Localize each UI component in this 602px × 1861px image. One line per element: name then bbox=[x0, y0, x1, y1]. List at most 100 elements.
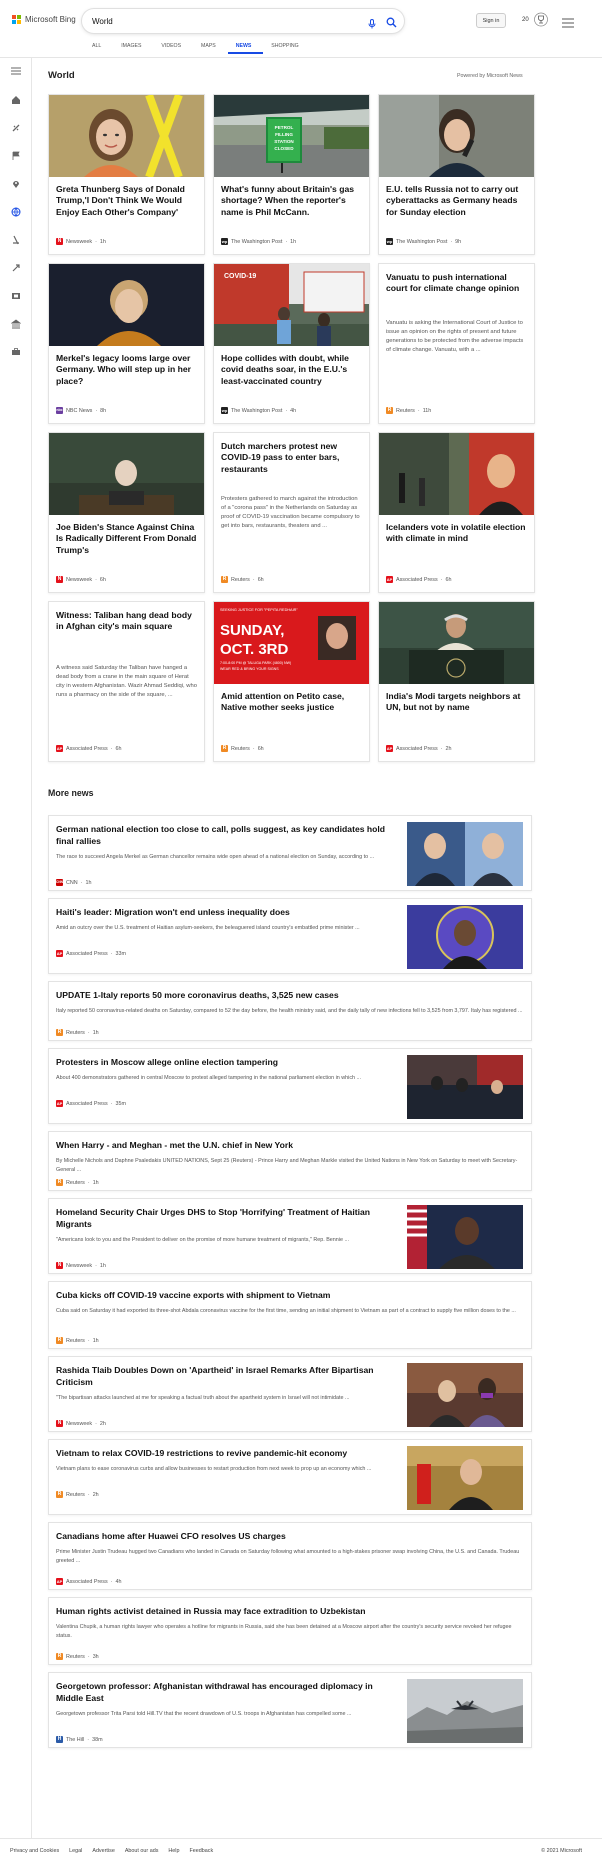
tab-shopping[interactable]: SHOPPING bbox=[263, 42, 310, 54]
tab-all[interactable]: ALL bbox=[84, 42, 113, 54]
news-list-item[interactable]: UPDATE 1-Italy reports 50 more coronavir… bbox=[48, 981, 532, 1041]
newsweek-logo-icon: N bbox=[56, 238, 63, 245]
news-headline[interactable]: UPDATE 1-Italy reports 50 more coronavir… bbox=[56, 989, 526, 1001]
expand-rail-icon[interactable] bbox=[10, 65, 22, 77]
news-list-item[interactable]: German national election too close to ca… bbox=[48, 815, 532, 891]
news-headline[interactable]: Vietnam to relax COVID-19 restrictions t… bbox=[56, 1447, 396, 1459]
news-headline[interactable]: Dutch marchers protest new COVID-19 pass… bbox=[221, 441, 363, 475]
news-card[interactable]: Icelanders vote in volatile election wit… bbox=[378, 432, 535, 593]
news-list-item[interactable]: Haiti's leader: Migration won't end unle… bbox=[48, 898, 532, 974]
copyright: © 2021 Microsoft bbox=[541, 1848, 582, 1854]
news-headline[interactable]: Protesters in Moscow allege online elect… bbox=[56, 1056, 396, 1068]
globe-icon[interactable] bbox=[10, 206, 22, 218]
search-icon[interactable] bbox=[386, 15, 397, 33]
news-headline[interactable]: E.U. tells Russia not to carry out cyber… bbox=[386, 184, 528, 218]
news-headline[interactable]: Vanuatu to push international court for … bbox=[386, 272, 528, 295]
news-summary: Cuba said on Saturday it had exported it… bbox=[56, 1308, 516, 1314]
source-name: The Washington Post bbox=[231, 407, 283, 414]
news-headline[interactable]: Icelanders vote in volatile election wit… bbox=[386, 522, 528, 545]
news-card[interactable]: E.U. tells Russia not to carry out cyber… bbox=[378, 94, 535, 255]
sports-icon[interactable] bbox=[10, 122, 22, 134]
news-headline[interactable]: Georgetown professor: Afghanistan withdr… bbox=[56, 1680, 396, 1704]
source-name: Newsweek bbox=[66, 238, 93, 245]
washington-post-logo-icon: wp bbox=[221, 238, 228, 245]
news-headline[interactable]: India's Modi targets neighbors at UN, bu… bbox=[386, 691, 528, 714]
footer-links: Privacy and Cookies Legal Advertise Abou… bbox=[10, 1848, 213, 1854]
source-name: NBC News bbox=[66, 407, 93, 414]
news-headline[interactable]: Merkel's legacy looms large over Germany… bbox=[56, 353, 198, 387]
news-list-item[interactable]: Rashida Tlaib Doubles Down on 'Apartheid… bbox=[48, 1356, 532, 1432]
news-list-item[interactable]: Georgetown professor: Afghanistan withdr… bbox=[48, 1672, 532, 1748]
rewards-points[interactable]: 20 bbox=[522, 17, 529, 23]
news-headline[interactable]: German national election too close to ca… bbox=[56, 823, 396, 847]
news-headline[interactable]: Witness: Taliban hang dead body in Afgha… bbox=[56, 610, 198, 633]
news-time: 1h bbox=[99, 238, 106, 245]
sign-in-button[interactable]: Sign in bbox=[476, 13, 506, 28]
news-summary: Italy reported 50 coronavirus-related de… bbox=[56, 1008, 523, 1014]
more-news-title: More news bbox=[48, 788, 94, 798]
footer-link-about-ads[interactable]: About our ads bbox=[125, 1848, 159, 1854]
briefcase-icon[interactable] bbox=[10, 346, 22, 358]
search-input[interactable] bbox=[92, 14, 322, 28]
news-card[interactable]: Joe Biden's Stance Against China Is Radi… bbox=[48, 432, 205, 593]
hamburger-menu-icon[interactable] bbox=[562, 15, 574, 33]
news-headline[interactable]: Cuba kicks off COVID-19 vaccine exports … bbox=[56, 1289, 526, 1301]
news-list-item[interactable]: Cuba kicks off COVID-19 vaccine exports … bbox=[48, 1281, 532, 1349]
news-source: R Reuters · 2h bbox=[56, 1491, 99, 1498]
news-image bbox=[379, 95, 534, 177]
news-list-item[interactable]: Vietnam to relax COVID-19 restrictions t… bbox=[48, 1439, 532, 1515]
news-headline[interactable]: Joe Biden's Stance Against China Is Radi… bbox=[56, 522, 198, 556]
news-headline[interactable]: What's funny about Britain's gas shortag… bbox=[221, 184, 363, 218]
news-card[interactable]: Greta Thunberg Says of Donald Trump,'I D… bbox=[48, 94, 205, 255]
microphone-icon[interactable] bbox=[368, 16, 376, 34]
flag-icon[interactable] bbox=[10, 150, 22, 162]
tab-maps[interactable]: MAPS bbox=[193, 42, 228, 54]
bank-icon[interactable] bbox=[10, 318, 22, 330]
news-card[interactable]: COVID-19 Hope collides with doubt, while… bbox=[213, 263, 370, 424]
news-list-item[interactable]: Homeland Security Chair Urges DHS to Sto… bbox=[48, 1198, 532, 1274]
news-card[interactable]: PETROL FILLING STATION CLOSED What's funny … bbox=[213, 94, 370, 255]
film-icon[interactable] bbox=[10, 290, 22, 302]
footer-link-privacy[interactable]: Privacy and Cookies bbox=[10, 1848, 59, 1854]
news-card[interactable]: India's Modi targets neighbors at UN, bu… bbox=[378, 601, 535, 762]
tab-news[interactable]: NEWS bbox=[227, 42, 264, 54]
news-headline[interactable]: Amid attention on Petito case, Native mo… bbox=[221, 691, 363, 714]
washington-post-logo-icon: wp bbox=[386, 238, 393, 245]
news-card[interactable]: SEEKING JUSTICE FOR "PEPITA REDHAIR" SUND… bbox=[213, 601, 370, 762]
footer-link-legal[interactable]: Legal bbox=[69, 1848, 82, 1854]
reuters-logo-icon: R bbox=[56, 1491, 63, 1498]
news-headline[interactable]: Greta Thunberg Says of Donald Trump,'I D… bbox=[56, 184, 198, 218]
tab-videos[interactable]: VIDEOS bbox=[153, 42, 193, 54]
news-headline[interactable]: Haiti's leader: Migration won't end unle… bbox=[56, 906, 396, 918]
home-icon[interactable] bbox=[10, 94, 22, 106]
news-headline[interactable]: Rashida Tlaib Doubles Down on 'Apartheid… bbox=[56, 1364, 396, 1388]
powered-by-label: Powered by Microsoft News bbox=[457, 73, 523, 79]
news-headline[interactable]: When Harry - and Meghan - met the U.N. c… bbox=[56, 1139, 526, 1151]
news-list-item[interactable]: Human rights activist detained in Russia… bbox=[48, 1597, 532, 1665]
news-headline[interactable]: Hope collides with doubt, while covid de… bbox=[221, 353, 363, 387]
location-icon[interactable] bbox=[10, 178, 22, 190]
reuters-logo-icon: R bbox=[56, 1653, 63, 1660]
news-card[interactable]: Merkel's legacy looms large over Germany… bbox=[48, 263, 205, 424]
rocket-icon[interactable] bbox=[10, 262, 22, 274]
footer-link-feedback[interactable]: Feedback bbox=[190, 1848, 214, 1854]
news-list-item[interactable]: Protesters in Moscow allege online elect… bbox=[48, 1048, 532, 1124]
bing-logo[interactable]: Microsoft Bing bbox=[12, 15, 76, 24]
reuters-logo-icon: R bbox=[56, 1179, 63, 1186]
news-headline[interactable]: Canadians home after Huawei CFO resolves… bbox=[56, 1530, 526, 1542]
tab-images[interactable]: IMAGES bbox=[113, 42, 153, 54]
news-headline[interactable]: Human rights activist detained in Russia… bbox=[56, 1605, 526, 1617]
source-name: Reuters bbox=[231, 576, 250, 583]
news-headline[interactable]: Homeland Security Chair Urges DHS to Sto… bbox=[56, 1206, 396, 1230]
footer-link-help[interactable]: Help bbox=[168, 1848, 179, 1854]
news-card[interactable]: Witness: Taliban hang dead body in Afgha… bbox=[48, 601, 205, 762]
news-card[interactable]: Dutch marchers protest new COVID-19 pass… bbox=[213, 432, 370, 593]
news-list-item[interactable]: When Harry - and Meghan - met the U.N. c… bbox=[48, 1131, 532, 1191]
news-source: wp The Washington Post · 9h bbox=[386, 238, 462, 245]
news-list-item[interactable]: Canadians home after Huawei CFO resolves… bbox=[48, 1522, 532, 1590]
science-icon[interactable] bbox=[10, 234, 22, 246]
news-source: AP Associated Press · 6h bbox=[56, 745, 122, 752]
footer-link-advertise[interactable]: Advertise bbox=[92, 1848, 114, 1854]
news-card[interactable]: Vanuatu to push international court for … bbox=[378, 263, 535, 424]
rewards-trophy-icon[interactable] bbox=[534, 12, 548, 32]
